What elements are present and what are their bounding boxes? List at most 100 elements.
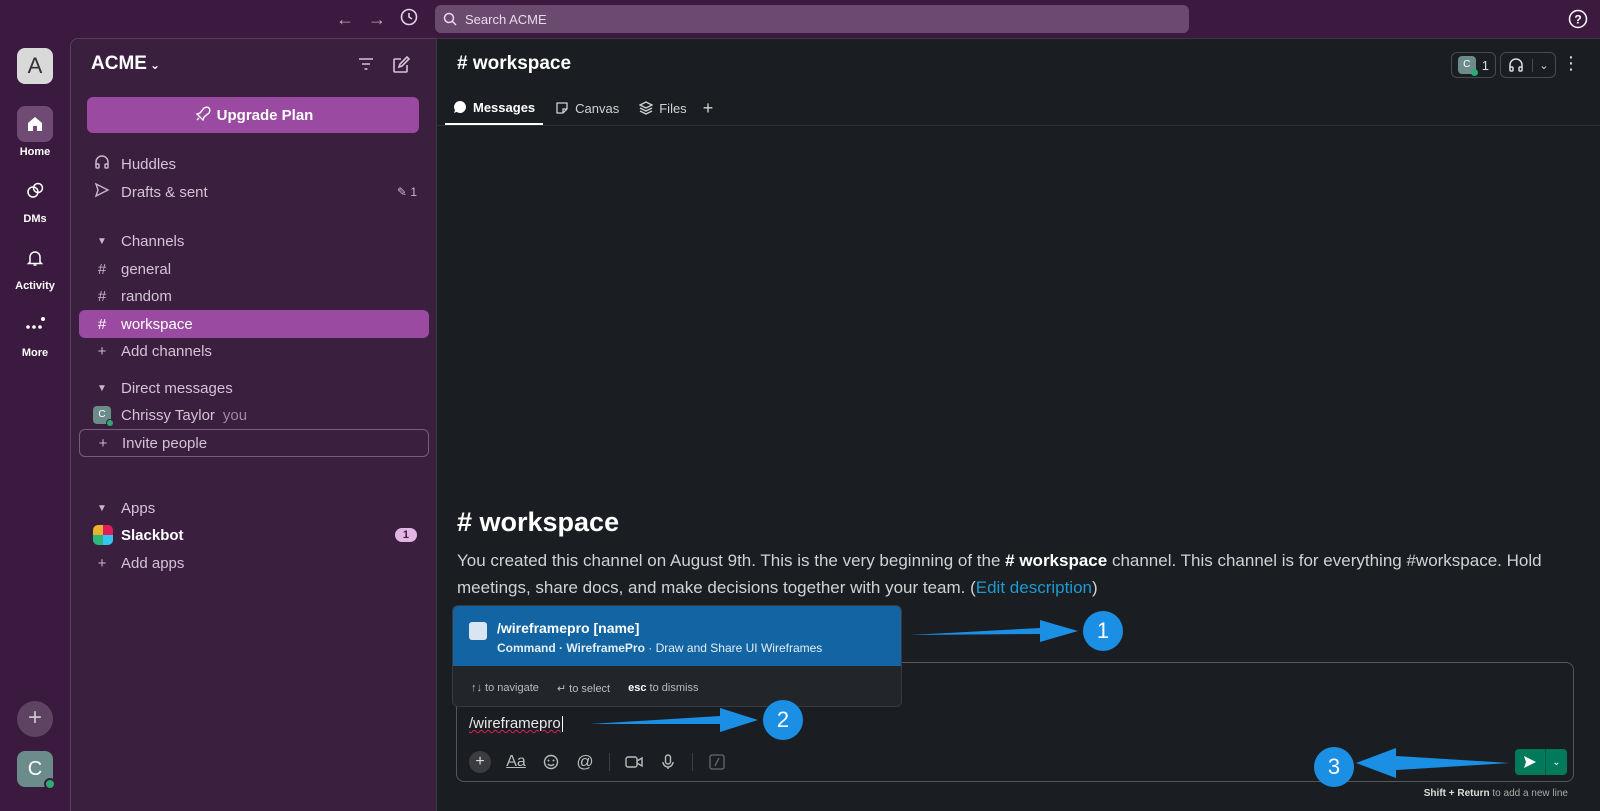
send-outline-icon (93, 182, 111, 202)
headphones-icon (93, 154, 111, 174)
tab-canvas[interactable]: Canvas (547, 91, 627, 125)
sidebar-item-label: Add channels (121, 342, 212, 360)
kebab-menu-icon[interactable]: ⋮ (1562, 53, 1580, 74)
rail-more-label: More (21, 347, 49, 359)
send-button[interactable] (1515, 749, 1545, 775)
upgrade-plan-button[interactable]: Upgrade Plan (87, 97, 419, 133)
command-suggestion[interactable]: /wireframepro [name] Command · Wireframe… (453, 606, 901, 666)
sidebar-item-label: Drafts & sent (121, 183, 208, 201)
rail-dms[interactable]: DMs (0, 173, 70, 225)
sidebar-item-workspace[interactable]: # workspace (79, 310, 429, 338)
unread-badge: 1 (394, 528, 417, 542)
add-apps-button[interactable]: + Add apps (79, 549, 429, 577)
section-label: Apps (121, 499, 156, 517)
sidebar-item-general[interactable]: # general (79, 255, 429, 283)
canvas-icon (556, 102, 568, 114)
channel-intro-text: You created this channel on August 9th. … (457, 551, 1542, 597)
rail-activity[interactable]: Activity (0, 240, 70, 292)
rail-dms-label: DMs (23, 213, 47, 225)
sidebar-item-label: workspace (121, 315, 193, 333)
text-caret (561, 716, 563, 733)
tab-files[interactable]: Files (631, 91, 694, 125)
sidebar-item-label: Invite people (122, 434, 208, 452)
sidebar-item-random[interactable]: # random (79, 282, 429, 310)
invite-people-button[interactable]: + Invite people (79, 429, 429, 457)
workspace-menu[interactable]: ACME ⌄ (91, 53, 160, 75)
plus-icon: + (97, 342, 107, 360)
tab-messages[interactable]: Messages (445, 91, 544, 125)
add-workspace-button[interactable]: + (17, 701, 53, 737)
sidebar-item-slackbot[interactable]: Slackbot 1 (79, 521, 429, 549)
compose-icon[interactable] (391, 55, 413, 77)
bell-icon (17, 240, 53, 276)
add-channels-button[interactable]: + Add channels (79, 337, 429, 365)
composer-toolbar: + Aa @ (469, 751, 727, 773)
emoji-icon[interactable] (541, 752, 561, 772)
huddle-button[interactable]: ⌄ (1500, 52, 1556, 78)
svg-text:?: ? (1574, 13, 1581, 27)
toolbar-divider (692, 753, 693, 771)
navigate-hint: ↑↓ to navigate (471, 682, 539, 694)
online-status-dot (1470, 69, 1478, 76)
dismiss-hint: esc to dismiss (628, 682, 699, 694)
user-avatar[interactable]: C (17, 751, 56, 790)
channels-section-header[interactable]: ▼ Channels (79, 227, 429, 255)
filter-icon[interactable] (357, 55, 379, 77)
sidebar-item-label: Chrissy Taylor (121, 406, 215, 424)
formatting-icon[interactable]: Aa (505, 752, 527, 772)
edit-description-link[interactable]: Edit description (976, 578, 1092, 597)
drafts-count: ✎ 1 (396, 185, 417, 199)
rocket-icon (195, 106, 211, 122)
online-status-dot (44, 778, 56, 790)
history-icon[interactable] (398, 8, 420, 30)
back-arrow-icon[interactable]: ← (334, 8, 356, 30)
sidebar-item-label: Add apps (121, 554, 185, 572)
dms-icon (17, 173, 53, 209)
microphone-icon[interactable] (658, 752, 678, 772)
popup-keyboard-hints: ↑↓ to navigate ↵ to select esc to dismis… (471, 682, 698, 695)
members-button[interactable]: C 1 (1450, 52, 1496, 78)
headphones-icon (1501, 57, 1532, 73)
workspace-rail: A Home DMs Activity More + C (0, 38, 70, 811)
apps-section-header[interactable]: ▼ Apps (79, 494, 429, 522)
attach-plus-button[interactable]: + (469, 751, 491, 773)
search-input[interactable]: Search ACME (435, 5, 1189, 33)
forward-arrow-icon[interactable]: → (366, 8, 388, 30)
slash-command-icon[interactable] (707, 752, 727, 772)
caret-down-icon: ▼ (97, 235, 107, 247)
sidebar-item-huddles[interactable]: Huddles (79, 150, 429, 178)
message-bubble-icon (454, 101, 466, 113)
rail-activity-label: Activity (15, 280, 55, 292)
channel-title[interactable]: # workspace (457, 53, 571, 75)
more-dots-icon (17, 307, 53, 343)
sidebar-item-drafts[interactable]: Drafts & sent ✎ 1 (79, 178, 429, 206)
layers-icon (639, 101, 654, 115)
sidebar: ACME ⌄ Upgrade Plan Huddles Drafts & sent… (70, 38, 436, 811)
add-tab-button[interactable]: + (703, 98, 714, 119)
slackbot-logo-icon (93, 525, 113, 545)
schedule-send-dropdown[interactable]: ⌄ (1545, 749, 1567, 775)
video-icon[interactable] (624, 752, 644, 772)
chevron-down-icon[interactable]: ⌄ (1531, 58, 1555, 72)
workspace-name: ACME (91, 53, 147, 74)
top-bar: ← → Search ACME ? (0, 0, 1600, 38)
section-label: Channels (121, 232, 185, 250)
you-label: you (222, 406, 248, 424)
send-icon (1524, 756, 1536, 768)
avatar: C (1457, 56, 1478, 76)
workspace-avatar[interactable]: A (17, 48, 53, 84)
mention-icon[interactable]: @ (575, 752, 595, 772)
command-description: Command · WireframePro · Draw and Share … (497, 641, 823, 655)
channel-mention[interactable]: # workspace (1005, 551, 1107, 570)
rail-more[interactable]: More (0, 307, 70, 359)
section-label: Direct messages (121, 379, 233, 397)
sidebar-item-label: Huddles (121, 155, 177, 173)
channel-tabs: Messages Canvas Files + (445, 91, 713, 125)
rail-home[interactable]: Home (0, 106, 70, 158)
search-icon (443, 12, 457, 26)
dm-section-header[interactable]: ▼ Direct messages (79, 374, 429, 402)
sidebar-item-dm-self[interactable]: C Chrissy Taylor you (79, 401, 429, 429)
help-icon[interactable]: ? (1568, 9, 1588, 29)
newline-hint: Shift + Return to add a new line (1423, 788, 1568, 799)
message-input[interactable]: /wireframepro (469, 715, 563, 733)
